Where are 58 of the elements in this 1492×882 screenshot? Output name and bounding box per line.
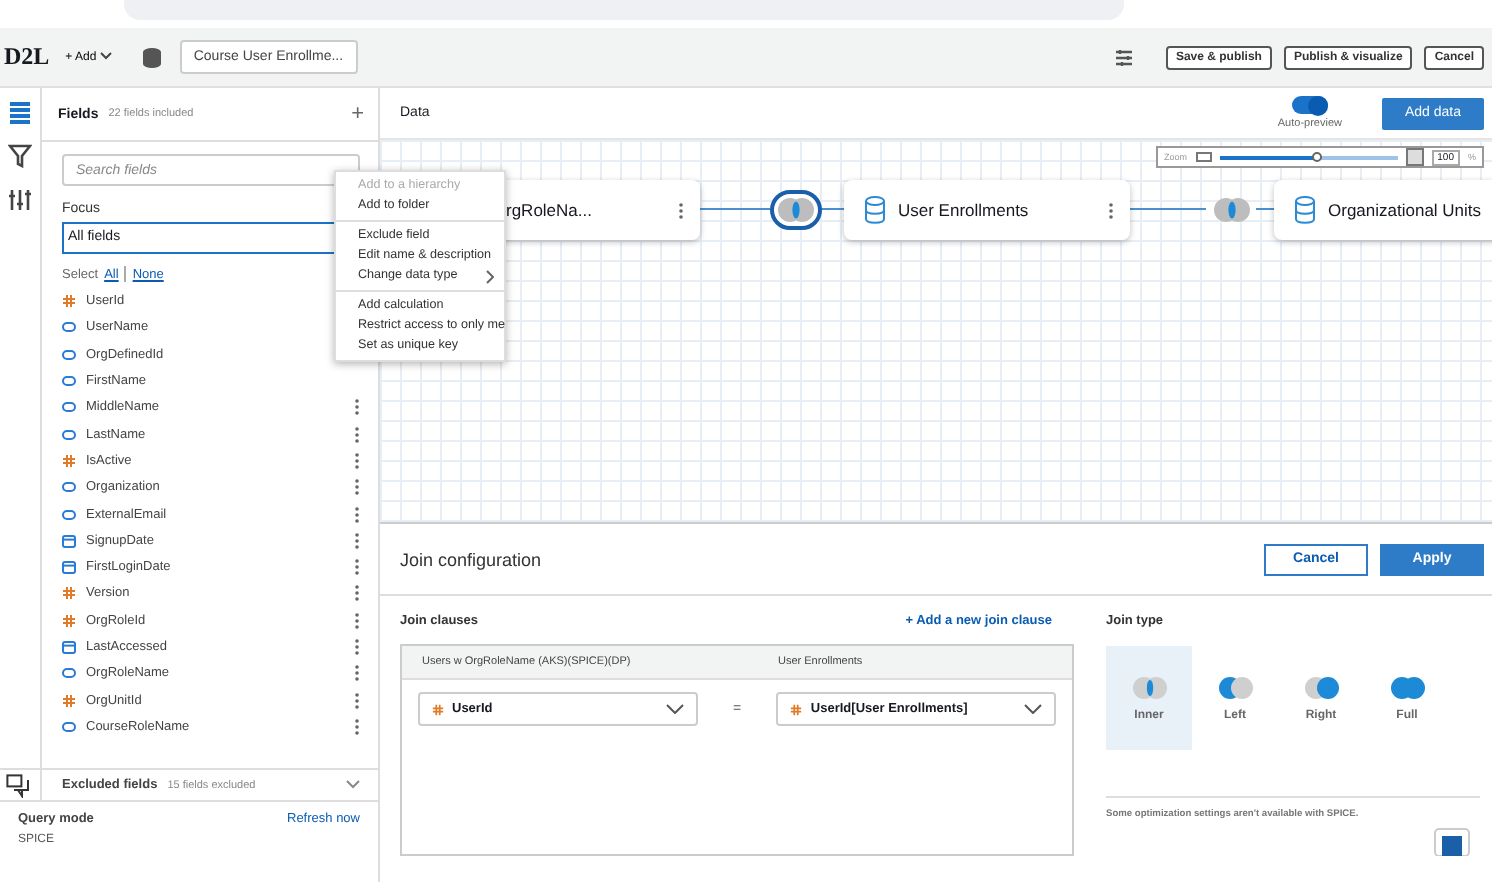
add-field-button[interactable]: + [351, 102, 364, 126]
settings-icon[interactable] [1113, 47, 1134, 67]
hash-icon [62, 693, 76, 708]
more-icon[interactable] [354, 638, 360, 656]
zoom-in-icon[interactable] [1405, 148, 1424, 166]
hash-icon [790, 703, 803, 715]
zoom-out-icon[interactable] [1195, 152, 1212, 162]
node-label: User Enrollments [898, 200, 1029, 220]
comments-icon[interactable] [6, 774, 30, 798]
more-icon[interactable] [354, 611, 360, 630]
join-icon[interactable] [770, 190, 822, 230]
calendar-icon [62, 560, 76, 575]
more-icon[interactable] [354, 451, 360, 470]
calendar-icon [62, 533, 76, 548]
dataset-node[interactable]: Organizational Units [1274, 180, 1492, 240]
more-icon[interactable] [354, 584, 360, 603]
node-label: rgRoleNa... [506, 200, 592, 220]
more-icon[interactable] [354, 398, 360, 417]
venn-icon [1301, 675, 1341, 699]
venn-icon [1129, 675, 1169, 699]
more-icon[interactable] [354, 691, 360, 710]
more-icon[interactable] [354, 558, 360, 577]
hash-icon [62, 613, 76, 628]
database-icon[interactable] [139, 45, 164, 69]
hash-icon [62, 453, 76, 468]
venn-icon [1387, 675, 1427, 699]
dataset-node[interactable]: User Enrollments [844, 180, 1130, 240]
chevron-down-icon [1023, 704, 1042, 714]
node-label: Organizational Units [1328, 200, 1482, 220]
hash-icon [62, 586, 76, 601]
database-icon [864, 196, 886, 224]
chevron-down-icon [665, 704, 684, 714]
hash-icon [432, 703, 444, 715]
more-icon[interactable] [354, 505, 360, 524]
window-icon[interactable] [1434, 828, 1470, 856]
filter-icon[interactable] [8, 144, 32, 168]
logo: D2L [4, 42, 50, 72]
chevron-down-icon [99, 51, 112, 59]
more-icon[interactable] [354, 478, 360, 497]
list-icon[interactable] [8, 100, 32, 124]
more-icon[interactable] [354, 425, 360, 444]
more-icon[interactable] [354, 531, 360, 550]
slider-thumb[interactable] [1312, 152, 1323, 162]
calendar-icon [62, 640, 76, 654]
auto-preview-toggle[interactable] [1291, 96, 1328, 114]
more-icon[interactable] [354, 717, 360, 736]
chevron-down-icon[interactable] [346, 780, 360, 790]
text-type-icon [62, 666, 76, 681]
hash-icon [62, 294, 76, 309]
more-icon[interactable] [354, 664, 360, 683]
database-icon [1294, 196, 1316, 224]
more-icon[interactable] [1108, 201, 1114, 219]
text-type-icon [62, 719, 76, 734]
more-icon[interactable] [678, 201, 684, 219]
dataset-node[interactable]: rgRoleNa... [502, 180, 700, 240]
sliders-icon[interactable] [8, 188, 32, 212]
venn-icon [1215, 675, 1255, 699]
join-configuration-title: Join configuration [400, 549, 542, 569]
